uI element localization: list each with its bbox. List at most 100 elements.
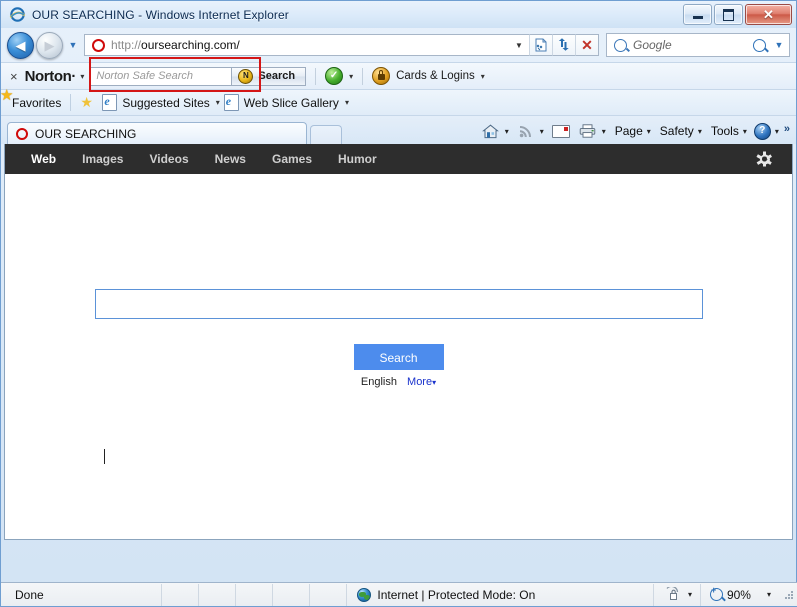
feeds-button[interactable] [516,121,536,141]
feeds-caret-icon[interactable]: ▾ [540,127,544,136]
page-caret-icon[interactable]: ▾ [647,127,651,136]
safety-caret-icon[interactable]: ▾ [698,127,702,136]
search-go-button[interactable] [749,38,769,52]
search-button[interactable]: Search [353,344,444,370]
site-navigation-bar: Web Images Videos News Games Humor [5,144,792,174]
address-dropdown-button[interactable]: ▼ [509,34,529,56]
page-content: Web Images Videos News Games Humor Searc… [4,144,793,540]
refresh-button[interactable] [552,34,575,56]
web-slice-caret-icon[interactable]: ▾ [345,98,349,107]
green-check-icon[interactable]: ✓ [325,67,344,85]
lock-icon[interactable] [372,67,391,85]
url-scheme: http:// [111,38,142,52]
gear-icon [757,151,773,167]
add-to-favorites-icon[interactable]: ★ [80,95,95,110]
cards-caret-icon[interactable]: ▾ [481,72,485,81]
sidebar-item-web[interactable]: Web [31,152,56,166]
tab-favicon-icon [16,127,28,140]
url-text: http://oursearching.com/ [111,38,240,52]
language-label: English [360,376,397,388]
url-host: oursearching.com/ [141,38,240,52]
status-separator-6 [346,583,348,606]
favorites-bar: Favorites ★ Suggested Sites ▾ Web Slice … [1,89,796,115]
zoom-level[interactable]: 90% [727,588,751,602]
page-menu-button[interactable]: Page [615,124,643,138]
rss-icon [519,124,533,138]
cards-and-logins-label[interactable]: Cards & Logins [396,70,475,82]
title-bar: OUR SEARCHING - Windows Internet Explore… [1,1,796,28]
url-input[interactable]: http://oursearching.com/ [84,34,509,56]
more-languages-link[interactable]: More▾ [407,376,436,388]
norton-separator [315,67,317,85]
zoom-icon[interactable] [709,585,723,601]
status-bar: Done Internet | Protected Mode: On ▾ 90%… [1,582,797,606]
site-favicon-icon [92,38,105,52]
favorites-separator [70,94,72,111]
norton-safe-search-input[interactable]: Norton Safe Search [90,66,233,86]
tab-bar: OUR SEARCHING ▾ ▾ ▾ Page ▾ Safety ▾ Tool… [1,115,796,144]
favorites-button[interactable]: Favorites [12,96,61,110]
internet-explorer-icon [9,6,26,23]
home-button[interactable] [481,121,501,141]
home-icon [482,124,500,139]
norton-search-button[interactable]: N Search [232,66,307,86]
search-provider-dropdown[interactable]: ▼ [769,40,789,50]
new-tab-button[interactable] [310,125,342,144]
address-bar[interactable]: http://oursearching.com/ ▼ ✕ [84,34,599,56]
web-slice-gallery-button[interactable]: Web Slice Gallery [244,96,339,110]
search-icon [614,38,627,52]
protected-mode-caret-icon[interactable]: ▾ [688,590,692,599]
tab-our-searching[interactable]: OUR SEARCHING [7,122,307,144]
settings-button[interactable] [757,151,773,167]
suggested-sites-caret-icon[interactable]: ▾ [216,98,220,107]
tools-caret-icon[interactable]: ▾ [743,127,747,136]
sidebar-item-videos[interactable]: Videos [149,152,188,166]
sidebar-item-news[interactable]: News [215,152,246,166]
stop-icon: ✕ [581,37,593,53]
home-caret-icon[interactable]: ▾ [505,127,509,136]
maximize-button[interactable] [714,4,743,25]
minimize-button[interactable] [683,4,712,25]
protected-mode-icon[interactable] [664,585,680,602]
status-text: Done [15,587,44,602]
read-mail-button[interactable] [551,121,571,141]
suggested-sites-button[interactable]: Suggested Sites [122,96,209,110]
sidebar-item-humor[interactable]: Humor [338,152,377,166]
chevron-down-icon: ▼ [515,40,523,50]
more-label: More [407,376,433,388]
command-bar-overflow-button[interactable]: » [784,123,790,135]
zoom-caret-icon[interactable]: ▾ [767,590,771,599]
ie-page-icon [102,94,118,111]
status-separator-5 [309,583,311,606]
norton-safe-caret-icon[interactable]: ▾ [349,72,353,81]
resize-grip[interactable] [783,589,795,601]
help-button[interactable]: ? [753,122,771,140]
close-button[interactable]: ✕ [745,4,792,25]
print-caret-icon[interactable]: ▾ [602,127,606,136]
print-button[interactable] [578,121,598,141]
norton-menu-caret-icon[interactable]: ▾ [80,72,84,81]
sidebar-item-games[interactable]: Games [272,152,312,166]
stop-button[interactable]: ✕ [575,34,599,56]
forward-arrow-icon: ▶ [44,37,55,53]
safety-menu-button[interactable]: Safety [660,124,694,138]
browser-search-input[interactable]: Google [633,38,749,52]
forward-button[interactable]: ▶ [36,31,63,59]
status-separator-8 [699,583,701,606]
address-bar-row: ◀ ▶ ▼ http://oursearching.com/ ▼ ✕ Googl… [1,28,796,92]
search-input[interactable] [94,289,703,319]
sidebar-item-images[interactable]: Images [82,152,123,166]
security-zone-text[interactable]: Internet | Protected Mode: On [377,588,535,602]
back-button[interactable]: ◀ [7,31,34,59]
compatibility-view-button[interactable] [529,34,552,56]
norton-close-button[interactable]: × [10,69,18,84]
status-separator-3 [235,583,237,606]
tools-menu-button[interactable]: Tools [711,124,739,138]
minimize-icon [692,16,703,19]
browser-search-box[interactable]: Google ▼ [606,33,790,57]
command-bar: ▾ ▾ ▾ Page ▾ Safety ▾ Tools ▾ ? ▾ » [481,121,790,141]
recent-pages-button[interactable]: ▼ [67,40,79,50]
help-caret-icon[interactable]: ▾ [775,127,779,136]
norton-logo: Norton [24,67,72,85]
norton-search-button-label: Search [258,70,296,82]
